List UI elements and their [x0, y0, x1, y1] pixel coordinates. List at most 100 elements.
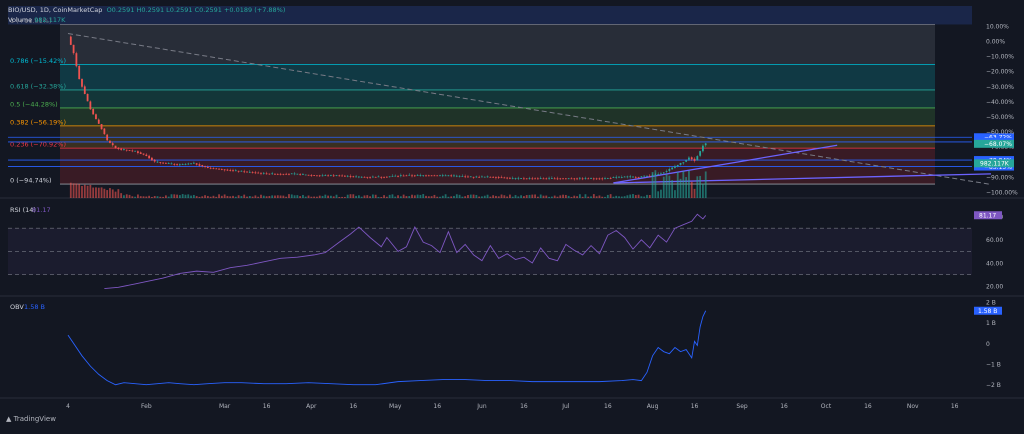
volume-bar: [151, 196, 153, 198]
candle-body: [419, 175, 422, 176]
candle-body: [578, 177, 581, 179]
volume-bar: [254, 195, 257, 198]
candle-body: [436, 175, 439, 177]
candle-body: [251, 172, 254, 173]
obv-line: [67, 310, 707, 386]
candle-body: [341, 175, 344, 177]
candle-body: [693, 158, 696, 161]
price-chart-svg[interactable]: 1 (+11.01%)0.786 (−15.42%)0.618 (−32.38%…: [0, 0, 1024, 430]
candle-body: [279, 173, 282, 175]
volume-bar: [170, 194, 173, 198]
candle-body: [679, 162, 682, 165]
volume-bar: [156, 196, 159, 198]
candle-body: [497, 177, 500, 178]
volume-bar: [274, 195, 276, 198]
volume-bar: [69, 182, 72, 198]
ohlc-readout: O0.2591 H0.2591 L0.2591 C0.2591 +0.0189 …: [106, 6, 286, 14]
time-axis-tick-label: 16: [780, 403, 788, 410]
volume-bar: [458, 194, 461, 198]
volume-bar: [128, 194, 131, 198]
symbol-title: BIO/USD, 1D, CoinMarketCap: [8, 6, 103, 14]
volume-bar: [475, 194, 478, 198]
candle-body: [455, 175, 458, 177]
obv-axis-tick-label: 2 B: [986, 299, 996, 306]
candle-body: [349, 176, 352, 177]
candle-body: [223, 169, 226, 171]
volume-bar: [357, 195, 360, 198]
volume-bar: [679, 178, 682, 198]
volume-bar: [439, 196, 441, 198]
candle-body: [562, 178, 564, 180]
symbol-header: BIO/USD, 1D, CoinMarketCap O0.2591 H0.25…: [8, 6, 285, 14]
volume-bar: [192, 194, 195, 198]
volume-bar: [268, 195, 271, 198]
candle-body: [184, 164, 187, 165]
volume-bar: [478, 196, 481, 198]
time-axis-tick-label: May: [389, 403, 402, 410]
volume-bar: [111, 189, 114, 198]
volume-bar: [265, 196, 268, 198]
obv-axis-tick-label: 0: [986, 341, 990, 348]
price-axis-tick-label: −90.00%: [986, 174, 1014, 181]
candle-body: [187, 163, 190, 165]
volume-bar: [517, 196, 520, 198]
obv-axis-tick-label: −1 B: [986, 361, 1001, 368]
volume-bar: [184, 194, 187, 198]
candle-body: [453, 175, 455, 177]
volume-bar: [433, 194, 436, 198]
candle-body: [489, 176, 492, 178]
volume-bar: [131, 196, 134, 198]
volume-bar: [601, 196, 604, 198]
volume-bar: [293, 195, 296, 198]
volume-bar: [371, 194, 374, 198]
price-axis-tick-label: −50.00%: [986, 114, 1014, 121]
candle-body: [472, 176, 475, 178]
candle-body: [483, 176, 486, 178]
candle-body: [293, 173, 296, 175]
candle-body: [72, 44, 75, 54]
time-axis-tick-label: 16: [520, 403, 528, 410]
volume-bar: [425, 195, 427, 198]
volume-bar: [629, 194, 632, 198]
candle-body: [131, 150, 134, 152]
volume-bar: [276, 195, 279, 198]
candle-body: [321, 175, 324, 177]
chart-stage: 1 (+11.01%) 0.786 (−15.42%) 0.618 (−32.38%…: [0, 0, 1024, 430]
time-axis-tick-label: 16: [349, 403, 357, 410]
volume-bar: [338, 196, 341, 198]
candle-body: [109, 140, 111, 143]
tradingview-logo[interactable]: ▲ TradingView: [6, 415, 56, 423]
candle-body: [178, 164, 181, 166]
volume-bar: [676, 172, 679, 198]
volume-bar: [109, 188, 111, 198]
volume-bar: [279, 195, 282, 198]
candle-body: [447, 175, 450, 177]
candle-body: [145, 154, 148, 157]
candle-body: [344, 175, 346, 177]
candle-body: [517, 177, 520, 179]
candle-body: [234, 170, 237, 172]
candle-body: [209, 167, 212, 169]
volume-bar: [164, 195, 167, 198]
volume-bar: [405, 196, 408, 198]
candle-body: [495, 176, 497, 178]
volume-bar: [581, 196, 584, 198]
volume-bar: [341, 196, 344, 198]
candle-body: [567, 178, 570, 180]
fib-level-label: 0.5 (−44.28%): [10, 100, 58, 108]
candle-body: [78, 65, 81, 80]
volume-bar: [564, 194, 567, 198]
volume-bar: [576, 196, 578, 198]
candle-body: [332, 175, 335, 177]
candle-body: [316, 175, 318, 177]
volume-bar: [483, 195, 486, 198]
candle-body: [536, 178, 539, 180]
candle-body: [699, 151, 702, 156]
candle-body: [167, 163, 170, 164]
volume-bar: [282, 195, 285, 198]
candle-body: [151, 157, 153, 161]
volume-bar: [100, 187, 103, 198]
candle-body: [486, 176, 489, 178]
candle-body: [363, 176, 366, 178]
candle-body: [500, 177, 503, 179]
